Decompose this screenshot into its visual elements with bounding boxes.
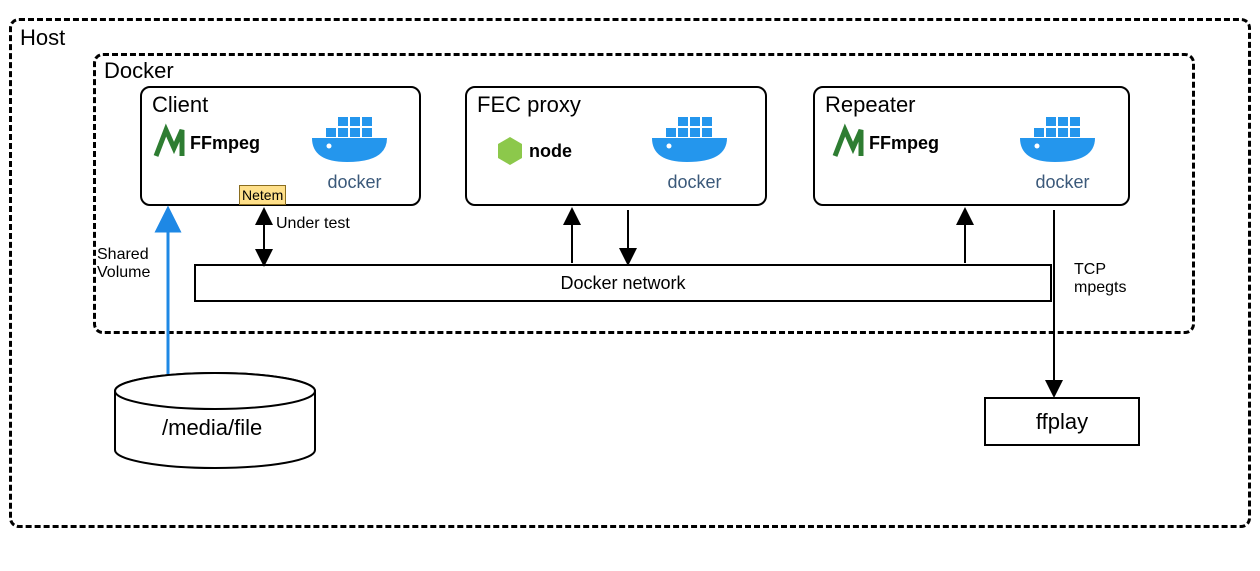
ffmpeg-icon: FFmpeg [154,128,260,158]
shared-volume-l1: Shared [97,246,149,263]
tcp-l1: TCP [1074,261,1106,278]
repeater-label: Repeater [825,92,916,118]
docker-network-label: Docker network [560,273,685,293]
media-file-label: /media/file [162,415,262,441]
host-label: Host [20,25,65,51]
repeater-docker-label: docker [1015,172,1110,193]
ffplay-box: ffplay [984,397,1140,446]
fecproxy-nodejs-label: node [529,141,572,162]
shared-volume-l2: Volume [97,264,150,281]
docker-logo-icon: docker [1015,112,1110,193]
ffmpeg-icon: FFmpeg [833,128,939,158]
docker-network-box: Docker network [194,264,1052,302]
docker-logo-icon: docker [307,112,402,193]
netem-badge: Netem [239,185,286,205]
repeater-box: Repeater FFmpeg docker [813,86,1130,206]
repeater-ffmpeg-label: FFmpeg [869,133,939,154]
fecproxy-docker-label: docker [647,172,742,193]
client-label: Client [152,92,208,118]
client-ffmpeg-label: FFmpeg [190,133,260,154]
client-box: Client FFmpeg docker Netem [140,86,421,206]
docker-label: Docker [104,58,174,84]
client-docker-label: docker [307,172,402,193]
tcp-mpegts-label: TCP mpegts [1074,261,1126,297]
shared-volume-label: Shared Volume [97,246,150,282]
tcp-l2: mpegts [1074,279,1126,296]
fec-proxy-label: FEC proxy [477,92,581,118]
ffplay-label: ffplay [1036,409,1088,434]
docker-logo-icon: docker [647,112,742,193]
under-test-label: Under test [276,215,350,233]
nodejs-icon: node [497,136,572,166]
fec-proxy-box: FEC proxy node docker [465,86,767,206]
